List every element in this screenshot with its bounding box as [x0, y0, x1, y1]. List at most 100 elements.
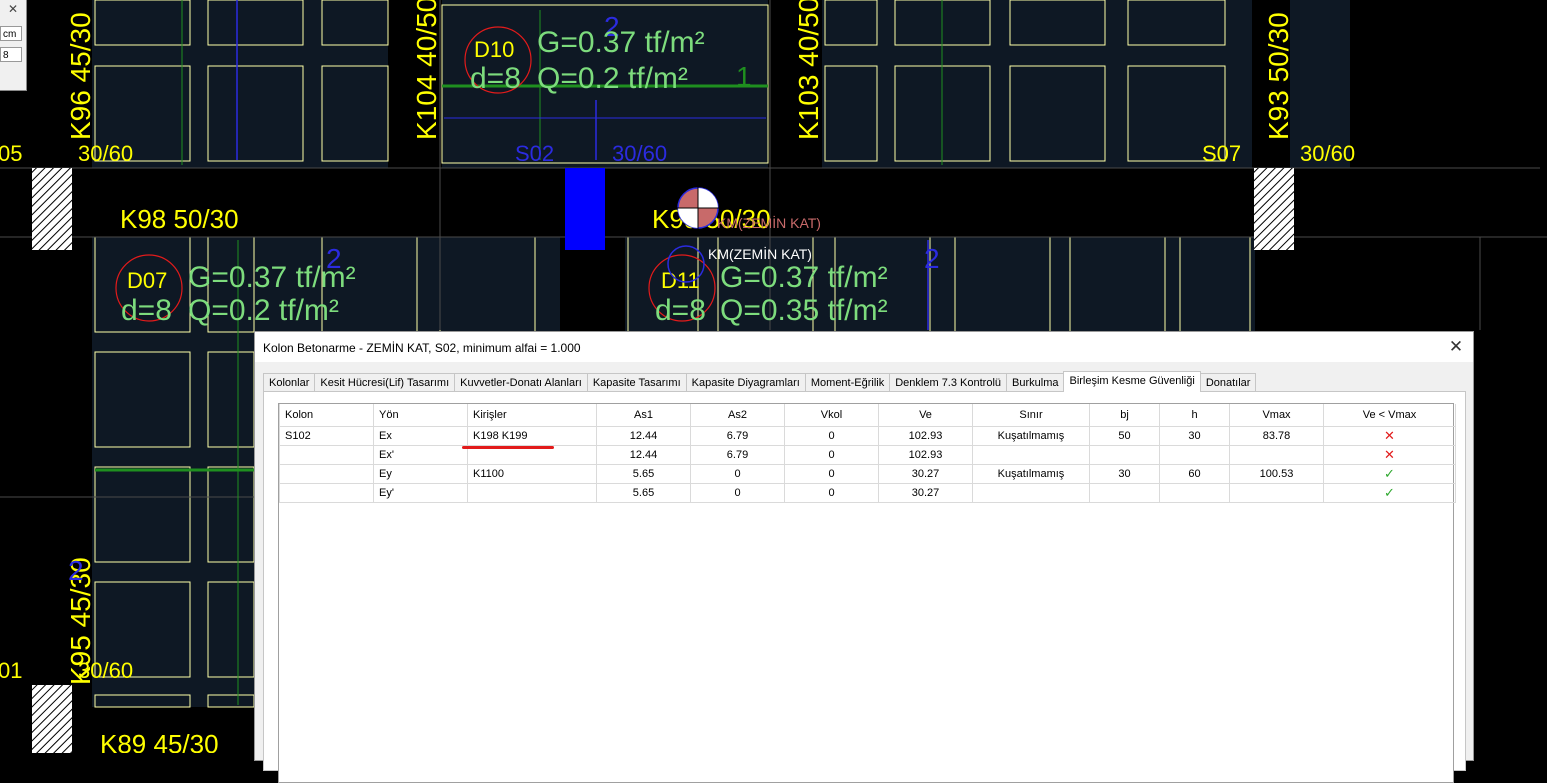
span-number: 2 [924, 243, 940, 274]
cell-vkol: 0 [784, 464, 879, 484]
cell-as1: 12.44 [596, 426, 691, 446]
tab-kuvvetler-donati[interactable]: Kuvvetler-Donatı Alanları [454, 373, 588, 392]
table-header-row: Kolon Yön Kirişler As1 As2 Vkol Ve Sınır… [279, 404, 1456, 427]
cell-vmax: 100.53 [1229, 464, 1324, 484]
cell-h [1159, 483, 1230, 503]
col-header[interactable]: Kirişler [467, 404, 597, 427]
tab-moment-egrilik[interactable]: Moment-Eğrilik [804, 373, 891, 392]
value-field[interactable]: 8 [0, 47, 22, 62]
cell-h: 30 [1159, 426, 1230, 446]
mass-label: KM(ZEMİN KAT) [717, 214, 821, 231]
cell-kirisler: K198 K199 [467, 426, 597, 446]
cell-as1: 12.44 [596, 445, 691, 465]
col-header[interactable]: h [1159, 404, 1230, 427]
cell-ve: 30.27 [878, 483, 973, 503]
cell-ve: 102.93 [878, 426, 973, 446]
edge-label: 01 [0, 658, 22, 683]
col-header[interactable]: bj [1089, 404, 1160, 427]
cell-kolon [279, 464, 374, 484]
slab-load-q: Q=0.35 tf/m² [720, 294, 888, 327]
cell-sinir: Kuşatılmamış [972, 464, 1090, 484]
tab-denklem-kontrolu[interactable]: Denklem 7.3 Kontrolü [889, 373, 1008, 392]
close-button[interactable]: ✕ [1445, 336, 1467, 358]
slab-thickness: d=8 [470, 62, 521, 95]
tab-kesit-hucresi[interactable]: Kesit Hücresi(Lif) Tasarımı [314, 373, 456, 392]
pass-icon: ✓ [1384, 466, 1395, 482]
col-header[interactable]: Vkol [784, 404, 879, 427]
cell-sinir [972, 445, 1090, 465]
col-header[interactable]: As1 [596, 404, 691, 427]
cell-bj: 50 [1089, 426, 1160, 446]
tab-burkulma[interactable]: Burkulma [1006, 373, 1065, 392]
col-header[interactable]: Yön [373, 404, 468, 427]
dim-label: 30/60 [78, 141, 133, 166]
tab-birlesim-kesme[interactable]: Birleşim Kesme Güvenliği [1063, 371, 1201, 392]
table-row[interactable]: Ey' 5.65 0 0 30.27 ✓ [279, 483, 1456, 503]
col-header[interactable]: Kolon [279, 404, 374, 427]
cell-h [1159, 445, 1230, 465]
tab-donatilar[interactable]: Donatılar [1199, 373, 1257, 392]
beam-label-k103[interactable]: K103 40/50 [793, 0, 824, 140]
edge-label: 05 [0, 141, 22, 166]
beam-label-k96[interactable]: K96 45/30 [65, 12, 96, 140]
dim-label: 30/60 [78, 658, 133, 683]
tab-kolonlar[interactable]: Kolonlar [263, 373, 316, 392]
cell-as2: 0 [690, 464, 785, 484]
unit-field[interactable]: cm [0, 26, 22, 41]
mini-tool-panel: ✕ cm 8 [0, 0, 27, 91]
slab-load-g: G=0.37 tf/m² [537, 26, 705, 59]
cell-as1: 5.65 [596, 483, 691, 503]
close-icon[interactable]: ✕ [8, 2, 18, 16]
slab-load-g: G=0.37 tf/m² [720, 261, 888, 294]
cell-sinir: Kuşatılmamış [972, 426, 1090, 446]
cell-vkol: 0 [784, 426, 879, 446]
col-header[interactable]: Ve < Vmax [1323, 404, 1456, 427]
tab-kapasite-diyagramlari[interactable]: Kapasite Diyagramları [685, 373, 806, 392]
cell-sinir [972, 483, 1090, 503]
beam-label-k104[interactable]: K104 40/50 [411, 0, 442, 140]
cell-vmax: 83.78 [1229, 426, 1324, 446]
beam-label-k93[interactable]: K93 50/30 [1263, 12, 1294, 140]
column-label-s07[interactable]: S07 [1202, 141, 1241, 166]
col-header[interactable]: As2 [690, 404, 785, 427]
col-header[interactable]: Sınır [972, 404, 1090, 427]
fail-icon: ✕ [1384, 447, 1395, 463]
cell-vmax [1229, 445, 1324, 465]
selected-column-s02[interactable] [565, 168, 605, 250]
slab-id: D07 [127, 268, 167, 293]
column-hatched-bottom[interactable] [32, 685, 72, 753]
cell-ve: 30.27 [878, 464, 973, 484]
red-annotation-underline [462, 446, 554, 449]
span-number: 2 [68, 555, 84, 586]
table-row[interactable]: Ex' 12.44 6.79 0 102.93 ✕ [279, 445, 1456, 465]
slab-id: D10 [474, 37, 514, 62]
dim-label: 30/60 [612, 141, 667, 166]
cell-kolon: S102 [279, 426, 374, 446]
slab-load-g: G=0.37 tf/m² [188, 261, 356, 294]
cell-as2: 0 [690, 483, 785, 503]
pass-icon: ✓ [1384, 485, 1395, 501]
span-number: 1 [736, 61, 752, 92]
table-row[interactable]: Ey K1100 5.65 0 0 30.27 Kuşatılmamış 30 … [279, 464, 1456, 484]
column-design-dialog: Kolon Betonarme - ZEMİN KAT, S02, minimu… [254, 331, 1474, 783]
beam-label-k89[interactable]: K89 45/30 [100, 729, 219, 753]
dialog-titlebar[interactable]: Kolon Betonarme - ZEMİN KAT, S02, minimu… [255, 332, 1473, 362]
cell-as2: 6.79 [690, 445, 785, 465]
fail-icon: ✕ [1384, 428, 1395, 444]
cell-kirisler [467, 483, 597, 503]
column-hatched-right[interactable] [1254, 168, 1294, 250]
column-label-s02[interactable]: S02 [515, 141, 554, 166]
col-header[interactable]: Vmax [1229, 404, 1324, 427]
col-header[interactable]: Ve [878, 404, 973, 427]
tab-kapasite-tasarimi[interactable]: Kapasite Tasarımı [586, 373, 687, 392]
cell-as2: 6.79 [690, 426, 785, 446]
beam-label-k98[interactable]: K98 50/30 [120, 204, 239, 234]
results-grid[interactable]: Kolon Yön Kirişler As1 As2 Vkol Ve Sınır… [278, 403, 1456, 783]
column-hatched-left[interactable] [32, 168, 72, 250]
tab-bar: Kolonlar Kesit Hücresi(Lif) Tasarımı Kuv… [263, 371, 1257, 392]
cell-yon: Ey [373, 464, 468, 484]
cell-yon: Ex' [373, 445, 468, 465]
table-row[interactable]: S102 Ex K198 K199 12.44 6.79 0 102.93 Ku… [279, 426, 1456, 446]
cell-kolon [279, 483, 374, 503]
cell-bj: 30 [1089, 464, 1160, 484]
